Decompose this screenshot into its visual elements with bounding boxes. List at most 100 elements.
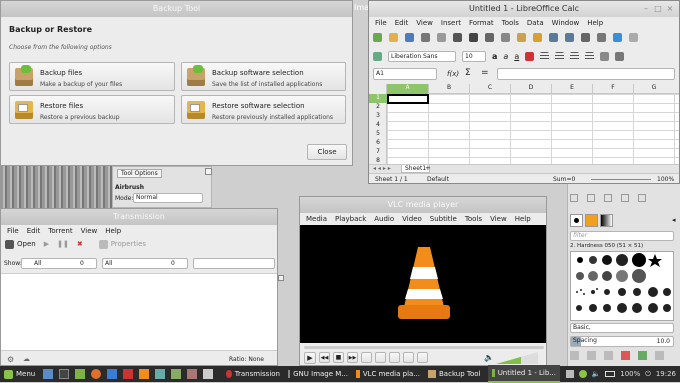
menu-edit[interactable]: Edit (27, 227, 41, 235)
menu-format[interactable]: Format (469, 19, 494, 27)
search-input[interactable] (193, 258, 275, 269)
loop-icon[interactable] (403, 352, 414, 363)
volume-slider[interactable] (496, 352, 538, 364)
copy-icon[interactable] (501, 32, 510, 42)
playlist-icon[interactable] (389, 352, 400, 363)
menu-insert[interactable]: Insert (441, 19, 461, 27)
delete-brush-icon[interactable] (621, 351, 630, 360)
redo-icon[interactable] (565, 32, 574, 42)
maximize-icon[interactable]: □ (653, 4, 663, 14)
pause-icon[interactable]: ❚❚ (57, 240, 69, 248)
chart-icon[interactable] (613, 32, 622, 42)
panel-icon[interactable] (621, 194, 629, 202)
next-icon[interactable]: ▶▶ (347, 352, 358, 363)
menu-audio[interactable]: Audio (374, 215, 394, 223)
shuffle-icon[interactable] (417, 352, 428, 363)
firefox-launcher-icon[interactable] (91, 369, 101, 379)
menu-view[interactable]: View (416, 19, 433, 27)
calc-titlebar[interactable]: Untitled 1 - LibreOffice Calc (369, 1, 679, 17)
font-name-box[interactable]: Liberation Sans (388, 50, 456, 62)
gimp-canvas[interactable] (0, 166, 112, 208)
menu-view[interactable]: View (490, 215, 507, 223)
wrap-icon[interactable] (600, 51, 610, 61)
video-area[interactable] (300, 225, 546, 343)
menu-view[interactable]: View (81, 227, 98, 235)
app-launcher-icon[interactable] (107, 369, 117, 379)
update-icon[interactable] (578, 370, 587, 378)
menu-help[interactable]: Help (105, 227, 121, 235)
align-right-icon[interactable] (570, 51, 580, 61)
cut-icon[interactable] (485, 32, 494, 42)
styles-icon[interactable] (373, 51, 382, 61)
new-brush-icon[interactable] (587, 351, 596, 360)
tracker-filter[interactable]: All 0 (102, 258, 188, 269)
backup-tool-titlebar[interactable]: Backup Tool (1, 1, 352, 17)
menu-playback[interactable]: Playback (335, 215, 366, 223)
menu-torrent[interactable]: Torrent (48, 227, 72, 235)
refresh-brush-icon[interactable] (638, 351, 647, 360)
stop-icon[interactable]: ■ (333, 352, 344, 363)
panel-icon[interactable] (587, 194, 595, 202)
menu-file[interactable]: File (375, 19, 387, 27)
app-launcher-icon[interactable] (171, 369, 181, 379)
start-icon[interactable]: ▶ (44, 240, 49, 248)
open-icon[interactable] (389, 32, 398, 42)
column-header[interactable]: C (469, 84, 510, 94)
column-header[interactable]: A (387, 84, 428, 94)
row-header[interactable]: 8 (369, 157, 387, 164)
gradient-tab[interactable] (600, 214, 613, 227)
app-launcher-icon[interactable] (187, 369, 197, 379)
italic-icon[interactable]: a (503, 52, 508, 61)
extended-settings-icon[interactable] (375, 352, 386, 363)
column-header[interactable]: G (633, 84, 674, 94)
vlc-titlebar[interactable]: VLC media player (300, 197, 546, 213)
row-header[interactable]: 5 (369, 130, 387, 139)
row-header[interactable]: 4 (369, 121, 387, 130)
open-as-image-icon[interactable] (655, 351, 664, 360)
app-launcher-icon[interactable] (139, 369, 149, 379)
tool-options-tab[interactable]: Tool Options (117, 169, 162, 178)
menu-tools[interactable]: Tools (502, 19, 519, 27)
row-header[interactable]: 6 (369, 139, 387, 148)
brush-tab[interactable] (570, 214, 583, 227)
transmission-titlebar[interactable]: Transmission (1, 209, 277, 225)
active-cell[interactable] (387, 94, 429, 104)
menu-window[interactable]: Window (552, 19, 580, 27)
column-header[interactable]: E (551, 84, 592, 94)
edit-brush-icon[interactable] (570, 351, 579, 360)
restore-software-button[interactable]: Restore software selection Restore previ… (181, 95, 346, 124)
clock[interactable]: 19:26 (656, 370, 676, 378)
network-icon[interactable] (565, 370, 574, 378)
taskbar-item-transmission[interactable]: Transmission (222, 365, 284, 383)
menu-help[interactable]: Help (587, 19, 603, 27)
row-header[interactable]: 2 (369, 103, 387, 112)
duplicate-brush-icon[interactable] (604, 351, 613, 360)
backup-files-button[interactable]: Backup files Make a backup of your files (9, 62, 175, 91)
formula-input[interactable] (497, 68, 675, 80)
font-color-icon[interactable] (525, 51, 535, 61)
backup-software-button[interactable]: Backup software selection Save the list … (181, 62, 346, 91)
underline-icon[interactable]: a (514, 52, 519, 61)
row-header[interactable]: 1 (369, 94, 387, 103)
battery-icon[interactable] (605, 371, 616, 377)
minimize-icon[interactable]: – (641, 4, 651, 14)
taskbar-item-gimp[interactable]: GNU Image M... (284, 365, 352, 383)
panel-icon[interactable] (570, 194, 578, 202)
function-wizard-icon[interactable]: f(x) (447, 70, 459, 78)
justify-icon[interactable] (585, 51, 595, 61)
menu-button[interactable]: Menu (0, 365, 40, 383)
filter-input[interactable]: filter (570, 231, 674, 241)
new-icon[interactable] (373, 32, 382, 42)
row-header[interactable]: 7 (369, 148, 387, 157)
seek-bar[interactable] (304, 346, 544, 349)
more-icon[interactable] (629, 32, 638, 42)
menu-edit[interactable]: Edit (395, 19, 409, 27)
align-center-icon[interactable] (555, 51, 565, 61)
font-size-box[interactable]: 10 (462, 50, 486, 62)
spellcheck-icon[interactable] (453, 32, 462, 42)
fullscreen-icon[interactable] (361, 352, 372, 363)
pattern-tab[interactable] (585, 214, 598, 227)
taskbar-item-vlc[interactable]: VLC media pla... (352, 365, 424, 383)
restore-files-button[interactable]: Restore files Restore a previous backup (9, 95, 175, 124)
panel-config-icon[interactable] (205, 168, 212, 175)
